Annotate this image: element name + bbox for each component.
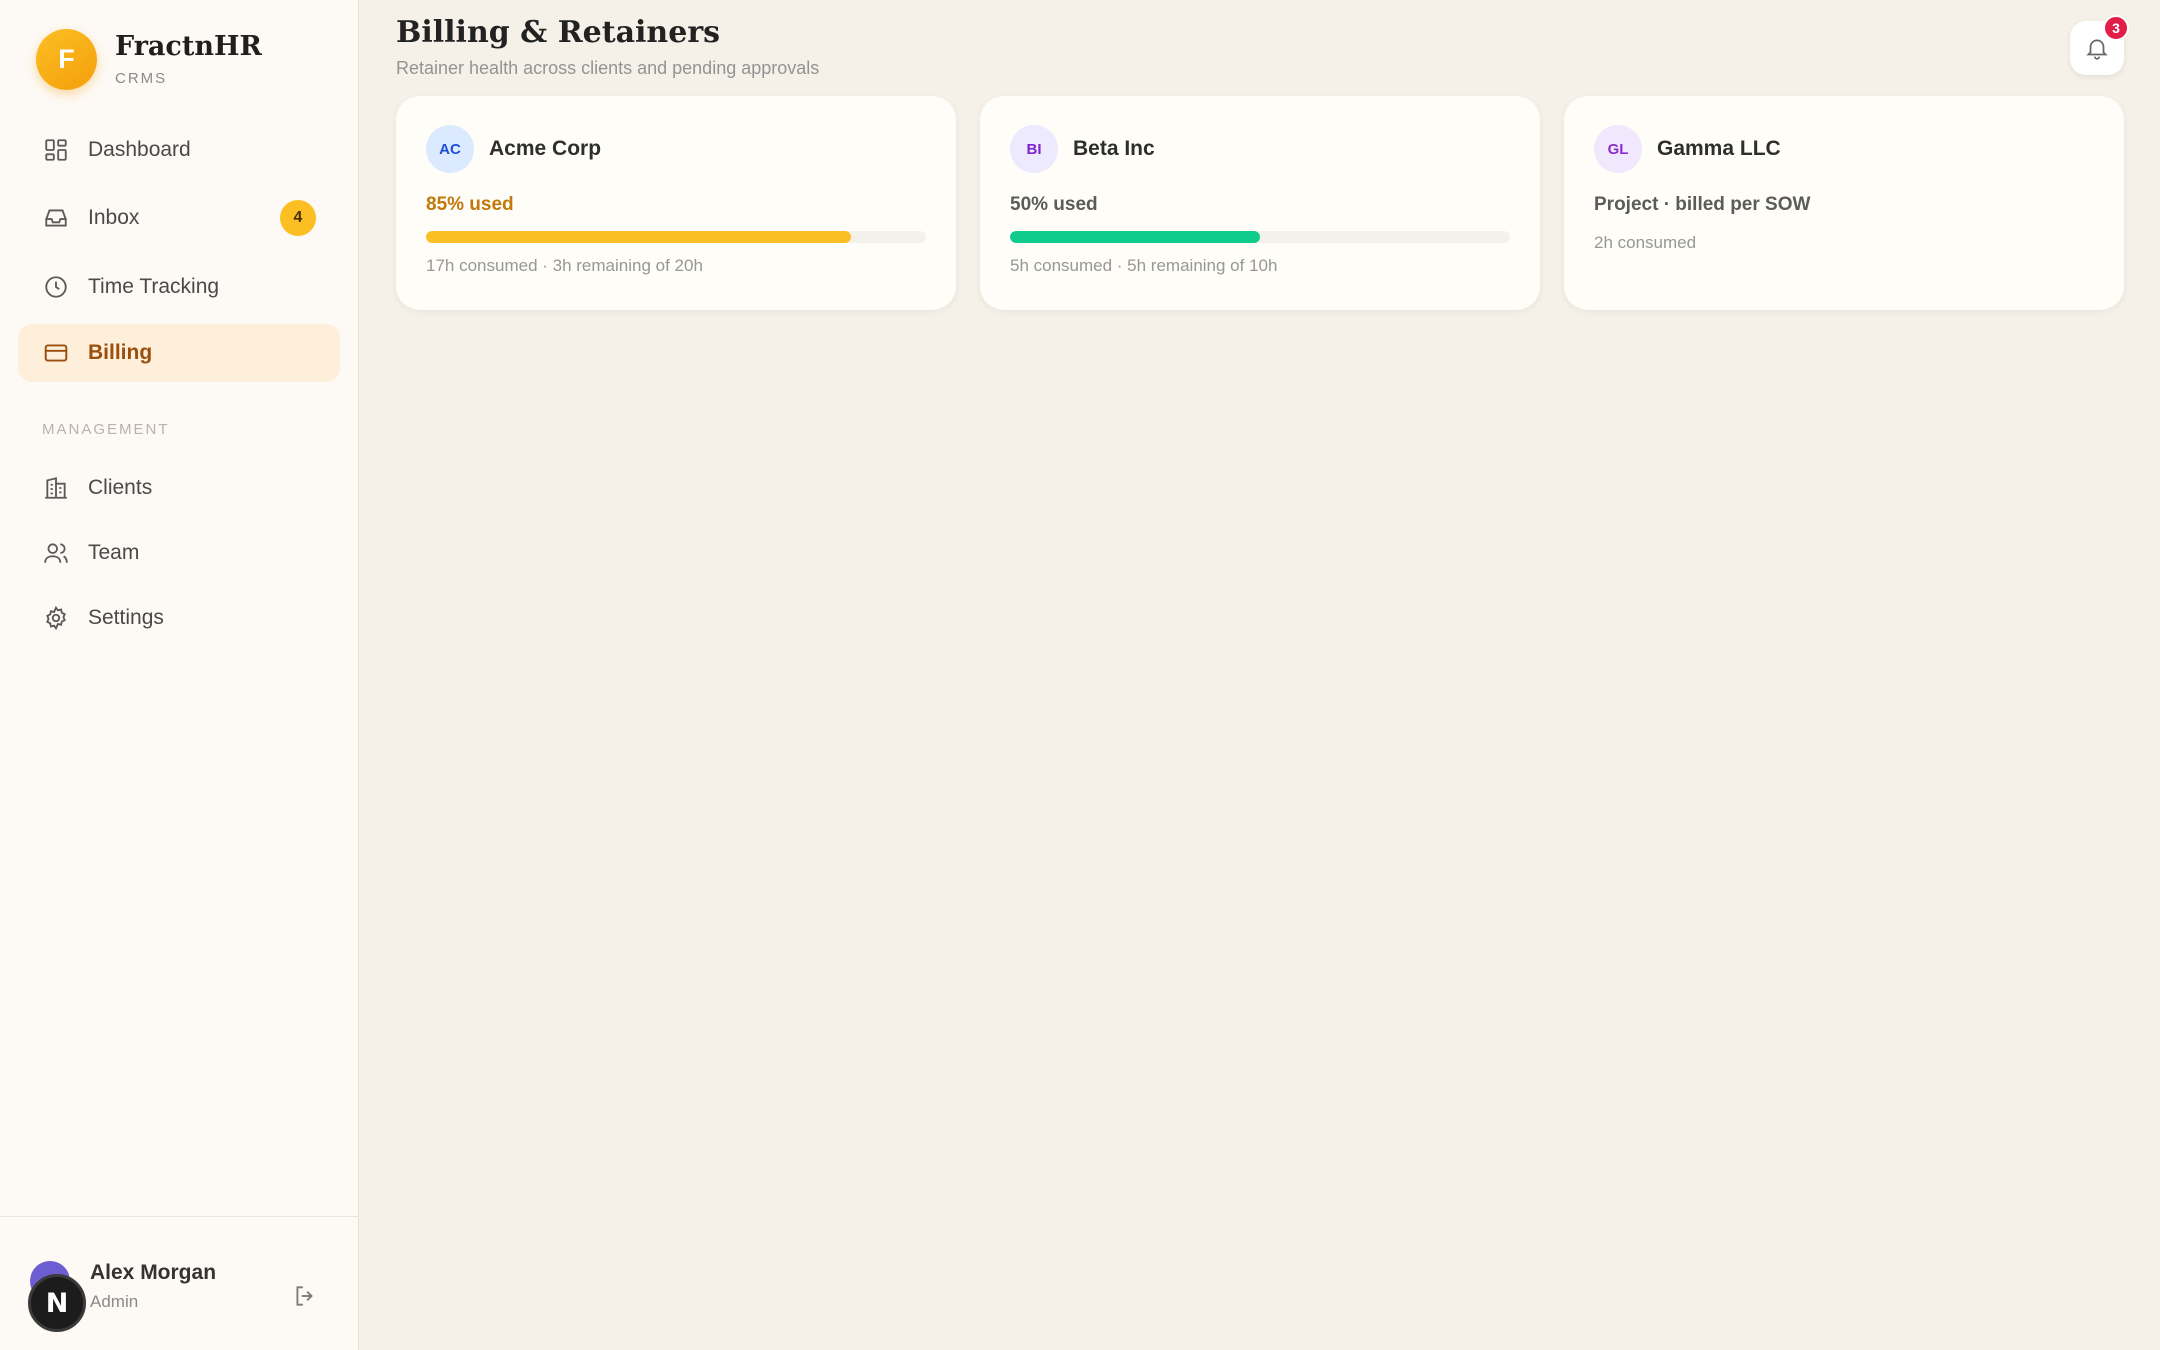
- sidebar-item-team[interactable]: Team: [18, 524, 340, 582]
- user-name: Alex Morgan: [90, 1261, 217, 1284]
- sidebar-item-label: Inbox: [88, 206, 140, 229]
- sidebar-item-clients[interactable]: Clients: [18, 459, 340, 517]
- sidebar-item-label: Team: [88, 541, 140, 564]
- user-role: Admin: [90, 1292, 139, 1311]
- notifications-count-badge: 3: [2103, 15, 2129, 41]
- usage-detail: 5h consumed · 5h remaining of 10h: [1010, 256, 1278, 275]
- usage-progress-bar: [426, 231, 926, 243]
- inbox-icon: [42, 204, 70, 232]
- retainer-card-gamma[interactable]: GL Gamma LLC Project · billed per SOW 2h…: [1564, 96, 2124, 310]
- client-avatar: AC: [426, 125, 474, 173]
- usage-progress-fill: [426, 231, 851, 243]
- sidebar-item-label: Clients: [88, 476, 153, 499]
- client-name: Beta Inc: [1073, 137, 1155, 160]
- sidebar-item-time-tracking[interactable]: Time Tracking: [18, 258, 340, 316]
- client-avatar: BI: [1010, 125, 1058, 173]
- sidebar-item-label: Time Tracking: [88, 275, 220, 298]
- sidebar-item-settings[interactable]: Settings: [18, 589, 340, 647]
- client-name: Gamma LLC: [1657, 137, 1781, 160]
- page-title: Billing & Retainers: [396, 15, 721, 50]
- usage-status: 50% used: [1010, 194, 1098, 215]
- billing-type: Project · billed per SOW: [1594, 194, 1811, 215]
- dashboard-icon: [42, 136, 70, 164]
- gear-icon: [42, 604, 70, 632]
- usage-status: 85% used: [426, 194, 514, 215]
- brand[interactable]: F FractnHR CRMS: [36, 29, 262, 90]
- avatar[interactable]: N: [28, 1274, 86, 1332]
- usage-progress-fill: [1010, 231, 1260, 243]
- section-label-management: MANAGEMENT: [42, 421, 170, 438]
- brand-name: FractnHR: [115, 31, 262, 63]
- clock-icon: [42, 273, 70, 301]
- brand-text: FractnHR CRMS: [115, 32, 262, 87]
- sidebar: F FractnHR CRMS Dashboard Inbox 4 Time T…: [0, 0, 359, 1350]
- brand-subtitle: CRMS: [115, 69, 168, 87]
- usage-detail: 17h consumed · 3h remaining of 20h: [426, 256, 703, 275]
- sidebar-item-label: Dashboard: [88, 138, 191, 161]
- sidebar-item-billing[interactable]: Billing: [18, 324, 340, 382]
- page-subtitle: Retainer health across clients and pendi…: [396, 58, 820, 78]
- inbox-count-badge: 4: [280, 200, 316, 236]
- retainer-card-acme[interactable]: AC Acme Corp 85% used 17h consumed · 3h …: [396, 96, 956, 310]
- sidebar-item-dashboard[interactable]: Dashboard: [18, 121, 340, 179]
- credit-card-icon: [42, 339, 70, 367]
- logout-icon[interactable]: [292, 1283, 318, 1309]
- client-name: Acme Corp: [489, 137, 602, 160]
- usage-detail: 2h consumed: [1594, 233, 1697, 252]
- brand-logo: F: [36, 29, 97, 90]
- retainer-card-beta[interactable]: BI Beta Inc 50% used 5h consumed · 5h re…: [980, 96, 1540, 310]
- sidebar-item-label: Billing: [88, 341, 153, 364]
- building-icon: [42, 474, 70, 502]
- usage-progress-bar: [1010, 231, 1510, 243]
- user-panel: N Alex Morgan Admin: [0, 1216, 359, 1350]
- bell-icon: [2084, 35, 2110, 61]
- sidebar-item-label: Settings: [88, 606, 164, 629]
- users-icon: [42, 539, 70, 567]
- client-avatar: GL: [1594, 125, 1642, 173]
- sidebar-item-inbox[interactable]: Inbox 4: [18, 189, 340, 247]
